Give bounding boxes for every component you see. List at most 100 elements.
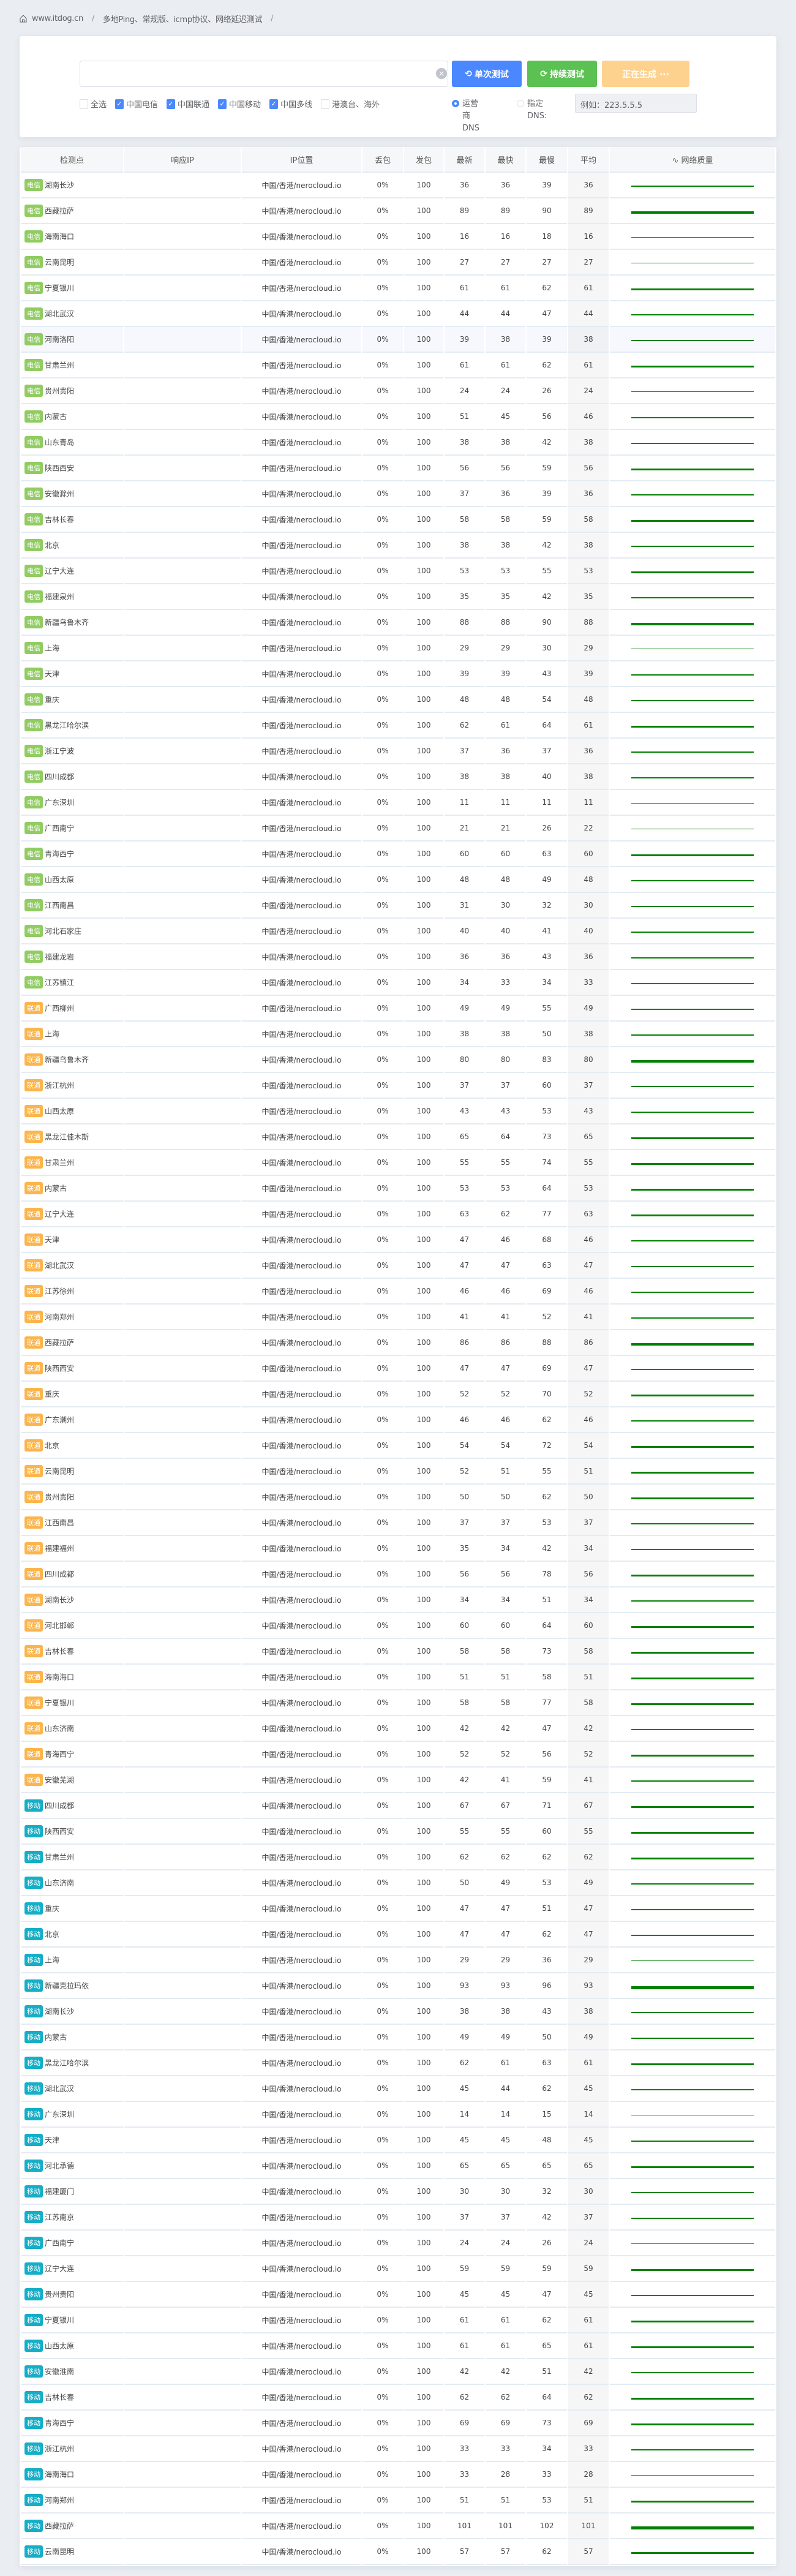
checkbox-5[interactable]: 港澳台、海外 xyxy=(321,98,380,110)
table-row[interactable]: 移动 陕西西安 中国/香港/nerocloud.io 0% 100 55 55 60 55 xyxy=(21,1819,775,1845)
table-row[interactable]: 电信 广东深圳 中国/香港/nerocloud.io 0% 100 11 11 11 11 xyxy=(21,790,775,816)
checkbox-4[interactable]: ✓ 中国多线 xyxy=(269,98,312,110)
table-row[interactable]: 移动 甘肃兰州 中国/香港/nerocloud.io 0% 100 62 62 62 62 xyxy=(21,1845,775,1870)
checkbox-box[interactable] xyxy=(321,99,330,109)
table-row[interactable]: 电信 山东青岛 中国/香港/nerocloud.io 0% 100 38 38 42 38 xyxy=(21,430,775,456)
checkbox-box[interactable]: ✓ xyxy=(269,99,279,109)
dns-input[interactable]: 例如：223.5.5.5 xyxy=(575,94,697,113)
header-location[interactable]: 检测点 xyxy=(21,147,123,173)
header-latest[interactable]: 最新 xyxy=(445,147,484,173)
table-row[interactable]: 联通 上海 中国/香港/nerocloud.io 0% 100 38 38 50 38 xyxy=(21,1022,775,1047)
header-slowest[interactable]: 最慢 xyxy=(527,147,567,173)
table-row[interactable]: 联通 新疆乌鲁木齐 中国/香港/nerocloud.io 0% 100 80 80 83 80 xyxy=(21,1047,775,1073)
table-row[interactable]: 联通 西藏拉萨 中国/香港/nerocloud.io 0% 100 86 86 88 86 xyxy=(21,1330,775,1356)
table-row[interactable]: 电信 四川成都 中国/香港/nerocloud.io 0% 100 38 38 40 38 xyxy=(21,764,775,790)
checkbox-0[interactable]: 全选 xyxy=(80,98,107,110)
table-row[interactable]: 移动 上海 中国/香港/nerocloud.io 0% 100 29 29 36 29 xyxy=(21,1948,775,1973)
table-row[interactable]: 联通 重庆 中国/香港/nerocloud.io 0% 100 52 52 70 52 xyxy=(21,1382,775,1407)
checkbox-3[interactable]: ✓ 中国移动 xyxy=(218,98,261,110)
table-row[interactable]: 移动 山东济南 中国/香港/nerocloud.io 0% 100 50 49 53 49 xyxy=(21,1870,775,1896)
table-row[interactable]: 移动 四川成都 中国/香港/nerocloud.io 0% 100 67 67 71 67 xyxy=(21,1793,775,1819)
table-row[interactable]: 移动 河南郑州 中国/香港/nerocloud.io 0% 100 51 51 53 51 xyxy=(21,2488,775,2514)
table-row[interactable]: 联通 黑龙江佳木斯 中国/香港/nerocloud.io 0% 100 65 64 73 65 xyxy=(21,1124,775,1150)
clear-icon[interactable]: × xyxy=(436,68,447,79)
table-row[interactable]: 电信 江西南昌 中国/香港/nerocloud.io 0% 100 31 30 32 30 xyxy=(21,893,775,919)
table-row[interactable]: 移动 天津 中国/香港/nerocloud.io 0% 100 45 45 48 45 xyxy=(21,2128,775,2153)
radio-custom-dns[interactable]: 指定DNS: xyxy=(517,98,547,122)
table-row[interactable]: 电信 安徽滁州 中国/香港/nerocloud.io 0% 100 37 36 39 36 xyxy=(21,481,775,507)
generating-button[interactable]: 正在生成 ··· xyxy=(602,61,689,87)
table-row[interactable]: 联通 福建福州 中国/香港/nerocloud.io 0% 100 35 34 42 34 xyxy=(21,1536,775,1562)
table-row[interactable]: 联通 北京 中国/香港/nerocloud.io 0% 100 54 54 72 54 xyxy=(21,1433,775,1459)
radio-isp-dns[interactable]: 运营商DNS xyxy=(452,98,482,135)
table-row[interactable]: 移动 贵州贵阳 中国/香港/nerocloud.io 0% 100 45 45 47 45 xyxy=(21,2282,775,2308)
table-row[interactable]: 移动 北京 中国/香港/nerocloud.io 0% 100 47 47 62 47 xyxy=(21,1922,775,1948)
table-row[interactable]: 移动 河北承德 中国/香港/nerocloud.io 0% 100 65 65 65 65 xyxy=(21,2153,775,2179)
table-row[interactable]: 联通 湖南长沙 中国/香港/nerocloud.io 0% 100 34 34 51 34 xyxy=(21,1587,775,1613)
table-row[interactable]: 联通 宁夏银川 中国/香港/nerocloud.io 0% 100 58 58 77 58 xyxy=(21,1690,775,1716)
table-row[interactable]: 移动 吉林长春 中国/香港/nerocloud.io 0% 100 62 62 64 62 xyxy=(21,2385,775,2411)
table-row[interactable]: 电信 西藏拉萨 中国/香港/nerocloud.io 0% 100 89 89 90 89 xyxy=(21,198,775,224)
table-row[interactable]: 移动 内蒙古 中国/香港/nerocloud.io 0% 100 49 49 50 49 xyxy=(21,2025,775,2051)
table-row[interactable]: 移动 浙江杭州 中国/香港/nerocloud.io 0% 100 33 33 34 33 xyxy=(21,2436,775,2462)
table-row[interactable]: 电信 江苏镇江 中国/香港/nerocloud.io 0% 100 34 33 34 33 xyxy=(21,970,775,996)
checkbox-box[interactable]: ✓ xyxy=(218,99,227,109)
table-row[interactable]: 电信 海南海口 中国/香港/nerocloud.io 0% 100 16 16 18 16 xyxy=(21,224,775,250)
header-response-ip[interactable]: 响应IP xyxy=(124,147,241,173)
table-row[interactable]: 移动 江苏南京 中国/香港/nerocloud.io 0% 100 37 37 42 37 xyxy=(21,2205,775,2231)
header-sent[interactable]: 发包 xyxy=(404,147,443,173)
checkbox-2[interactable]: ✓ 中国联通 xyxy=(167,98,209,110)
table-row[interactable]: 移动 安徽淮南 中国/香港/nerocloud.io 0% 100 42 42 51 42 xyxy=(21,2359,775,2385)
table-row[interactable]: 移动 海南海口 中国/香港/nerocloud.io 0% 100 33 28 33 28 xyxy=(21,2462,775,2488)
table-row[interactable]: 联通 辽宁大连 中国/香港/nerocloud.io 0% 100 63 62 77 63 xyxy=(21,1202,775,1227)
table-row[interactable]: 移动 湖南长沙 中国/香港/nerocloud.io 0% 100 38 38 43 38 xyxy=(21,1999,775,2025)
table-row[interactable]: 联通 江苏徐州 中国/香港/nerocloud.io 0% 100 46 46 69 46 xyxy=(21,1279,775,1305)
breadcrumb-site[interactable]: www.itdog.cn xyxy=(32,14,83,23)
table-row[interactable]: 联通 海南海口 中国/香港/nerocloud.io 0% 100 51 51 58 51 xyxy=(21,1665,775,1690)
breadcrumb-page[interactable]: 多地Ping、常规版、icmp协议、网络延迟测试 xyxy=(103,13,262,24)
table-row[interactable]: 联通 浙江杭州 中国/香港/nerocloud.io 0% 100 37 37 60 37 xyxy=(21,1073,775,1099)
table-row[interactable]: 联通 广西柳州 中国/香港/nerocloud.io 0% 100 49 49 55 49 xyxy=(21,996,775,1022)
table-row[interactable]: 电信 山西太原 中国/香港/nerocloud.io 0% 100 48 48 49 48 xyxy=(21,867,775,893)
host-input[interactable] xyxy=(80,61,448,87)
table-row[interactable]: 联通 陕西西安 中国/香港/nerocloud.io 0% 100 47 47 69 47 xyxy=(21,1356,775,1382)
table-row[interactable]: 电信 内蒙古 中国/香港/nerocloud.io 0% 100 51 45 56 46 xyxy=(21,404,775,430)
checkbox-box[interactable]: ✓ xyxy=(167,99,176,109)
header-average[interactable]: 平均 xyxy=(568,147,609,173)
table-row[interactable]: 移动 云南昆明 中国/香港/nerocloud.io 0% 100 57 57 62 57 xyxy=(21,2539,775,2565)
radio-dot[interactable] xyxy=(517,100,524,107)
checkbox-box[interactable]: ✓ xyxy=(115,99,124,109)
table-row[interactable]: 联通 河北邯郸 中国/香港/nerocloud.io 0% 100 60 60 64 60 xyxy=(21,1613,775,1639)
table-row[interactable]: 联通 青海西宁 中国/香港/nerocloud.io 0% 100 52 52 56 52 xyxy=(21,1742,775,1768)
table-row[interactable]: 联通 河南郑州 中国/香港/nerocloud.io 0% 100 41 41 52 41 xyxy=(21,1305,775,1330)
checkbox-box[interactable] xyxy=(80,99,88,109)
continuous-test-button[interactable]: ⟳ 持续测试 xyxy=(527,61,597,87)
table-row[interactable]: 电信 甘肃兰州 中国/香港/nerocloud.io 0% 100 61 61 62 61 xyxy=(21,353,775,378)
table-row[interactable]: 联通 吉林长春 中国/香港/nerocloud.io 0% 100 58 58 73 58 xyxy=(21,1639,775,1665)
table-row[interactable]: 电信 青海西宁 中国/香港/nerocloud.io 0% 100 60 60 63 60 xyxy=(21,842,775,867)
header-fastest[interactable]: 最快 xyxy=(486,147,525,173)
table-row[interactable]: 电信 河北石家庄 中国/香港/nerocloud.io 0% 100 40 40 41 40 xyxy=(21,919,775,944)
table-row[interactable]: 移动 青海西宁 中国/香港/nerocloud.io 0% 100 69 69 73 69 xyxy=(21,2411,775,2436)
header-quality[interactable]: ∿ 网络质量 xyxy=(610,147,775,173)
table-row[interactable]: 电信 重庆 中国/香港/nerocloud.io 0% 100 48 48 54 48 xyxy=(21,687,775,713)
table-row[interactable]: 电信 北京 中国/香港/nerocloud.io 0% 100 38 38 42 38 xyxy=(21,533,775,559)
table-row[interactable]: 电信 贵州贵阳 中国/香港/nerocloud.io 0% 100 24 24 26 24 xyxy=(21,378,775,404)
table-row[interactable]: 电信 吉林长春 中国/香港/nerocloud.io 0% 100 58 58 59 58 xyxy=(21,507,775,533)
table-row[interactable]: 联通 云南昆明 中国/香港/nerocloud.io 0% 100 52 51 55 51 xyxy=(21,1459,775,1485)
table-row[interactable]: 电信 新疆乌鲁木齐 中国/香港/nerocloud.io 0% 100 88 88 90 88 xyxy=(21,610,775,636)
table-row[interactable]: 电信 福建龙岩 中国/香港/nerocloud.io 0% 100 36 36 43 36 xyxy=(21,944,775,970)
table-row[interactable]: 联通 广东潮州 中国/香港/nerocloud.io 0% 100 46 46 62 46 xyxy=(21,1407,775,1433)
table-row[interactable]: 电信 陕西西安 中国/香港/nerocloud.io 0% 100 56 56 59 56 xyxy=(21,456,775,481)
home-icon[interactable] xyxy=(20,15,27,23)
table-row[interactable]: 电信 辽宁大连 中国/香港/nerocloud.io 0% 100 53 53 55 53 xyxy=(21,559,775,584)
single-test-button[interactable]: ⟲ 单次测试 xyxy=(452,61,522,87)
table-row[interactable]: 移动 湖北武汉 中国/香港/nerocloud.io 0% 100 45 44 62 45 xyxy=(21,2076,775,2102)
table-row[interactable]: 联通 江西南昌 中国/香港/nerocloud.io 0% 100 37 37 53 37 xyxy=(21,1510,775,1536)
table-row[interactable]: 电信 湖南长沙 中国/香港/nerocloud.io 0% 100 36 36 39 36 xyxy=(21,173,775,198)
header-ip-location[interactable]: IP位置 xyxy=(242,147,361,173)
table-row[interactable]: 移动 广西南宁 中国/香港/nerocloud.io 0% 100 24 24 26 24 xyxy=(21,2231,775,2256)
checkbox-1[interactable]: ✓ 中国电信 xyxy=(115,98,158,110)
table-row[interactable]: 联通 安徽芜湖 中国/香港/nerocloud.io 0% 100 42 41 59 41 xyxy=(21,1768,775,1793)
table-row[interactable]: 电信 宁夏银川 中国/香港/nerocloud.io 0% 100 61 61 62 61 xyxy=(21,276,775,301)
